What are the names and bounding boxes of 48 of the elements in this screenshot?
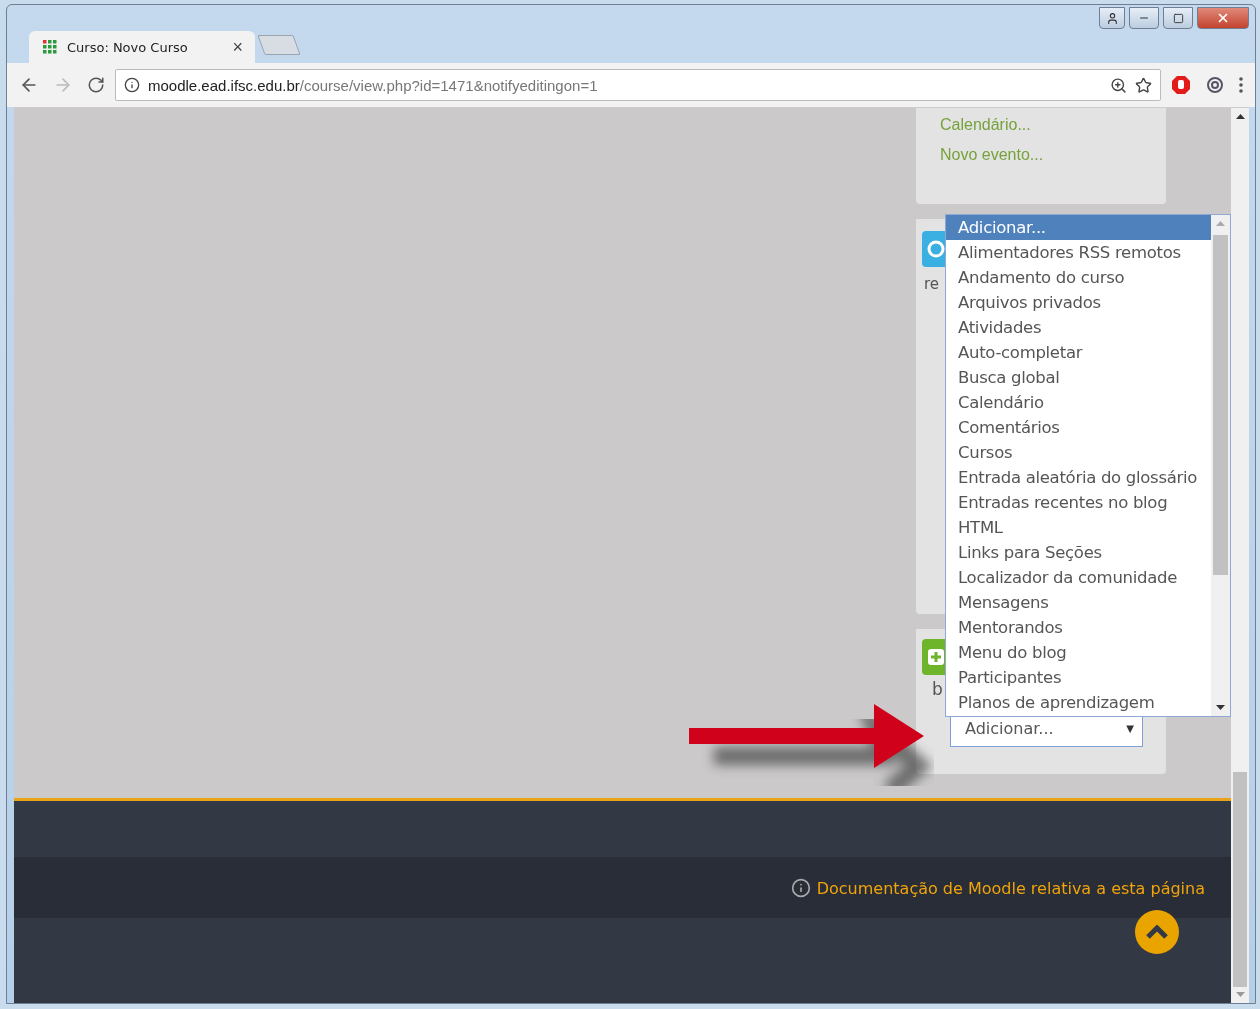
- dropdown-option[interactable]: Localizador da comunidade: [946, 565, 1211, 590]
- dropdown-option[interactable]: Adicionar...: [946, 215, 1211, 240]
- back-to-top-button[interactable]: [1135, 910, 1179, 954]
- maximize-icon: [1172, 12, 1184, 24]
- info-icon: [790, 878, 811, 898]
- dropdown-option[interactable]: Arquivos privados: [946, 290, 1211, 315]
- scroll-thumb[interactable]: [1213, 235, 1228, 575]
- reload-icon: [87, 76, 105, 94]
- dropdown-option[interactable]: Mensagens: [946, 590, 1211, 615]
- dropdown-option[interactable]: Andamento do curso: [946, 265, 1211, 290]
- tab-title: Curso: Novo Curso: [67, 39, 189, 55]
- list-scrollbar[interactable]: [1211, 215, 1230, 716]
- info-icon: [124, 77, 140, 93]
- chevron-up-icon: [1146, 925, 1168, 939]
- dropdown-option[interactable]: Comentários: [946, 415, 1211, 440]
- dropdown-option[interactable]: Links para Seções: [946, 540, 1211, 565]
- profile-button[interactable]: [1099, 7, 1125, 29]
- zoom-icon[interactable]: [1110, 76, 1127, 94]
- documentation-link[interactable]: Documentação de Moodle relativa a esta página: [816, 878, 1205, 898]
- dropdown-option[interactable]: HTML: [946, 515, 1211, 540]
- close-icon: [1216, 11, 1230, 25]
- maximize-button[interactable]: [1163, 7, 1193, 29]
- dropdown-option[interactable]: Entrada aleatória do glossário: [946, 465, 1211, 490]
- grid-logo-icon: [43, 40, 57, 54]
- block-text: b: [932, 679, 943, 699]
- page-scrollbar[interactable]: [1231, 108, 1249, 1003]
- dropdown-option[interactable]: Entradas recentes no blog: [946, 490, 1211, 515]
- block-text: re: [924, 275, 940, 293]
- dropdown-option[interactable]: Cursos: [946, 440, 1211, 465]
- browser-tab[interactable]: Curso: Novo Curso ×: [29, 31, 255, 63]
- dropdown-option[interactable]: Atividades: [946, 315, 1211, 340]
- person-icon: [1105, 11, 1119, 25]
- bookmark-star-icon[interactable]: [1135, 76, 1152, 94]
- url-text: moodle.ead.ifsc.edu.br/course/view.php?id=1471&notifyeditingon=1: [148, 76, 599, 94]
- address-bar[interactable]: moodle.ead.ifsc.edu.br/course/view.php?id=1471&notifyeditingon=1: [115, 69, 1161, 101]
- dropdown-option[interactable]: Busca global: [946, 365, 1211, 390]
- dropdown-option[interactable]: Mentorandos: [946, 615, 1211, 640]
- dropdown-option[interactable]: Calendário: [946, 390, 1211, 415]
- dropdown-option[interactable]: Menu do blog: [946, 640, 1211, 665]
- dots-icon: [1239, 77, 1243, 93]
- dropdown-option[interactable]: Participantes: [946, 665, 1211, 690]
- dropdown-option[interactable]: Auto-completar: [946, 340, 1211, 365]
- dropdown-option[interactable]: Alimentadores RSS remotos: [946, 240, 1211, 265]
- minimize-button[interactable]: [1129, 7, 1159, 29]
- close-tab-button[interactable]: ×: [232, 36, 243, 58]
- close-button[interactable]: [1197, 7, 1249, 29]
- scroll-thumb[interactable]: [1233, 772, 1247, 987]
- caret-icon: ▼: [1126, 722, 1134, 734]
